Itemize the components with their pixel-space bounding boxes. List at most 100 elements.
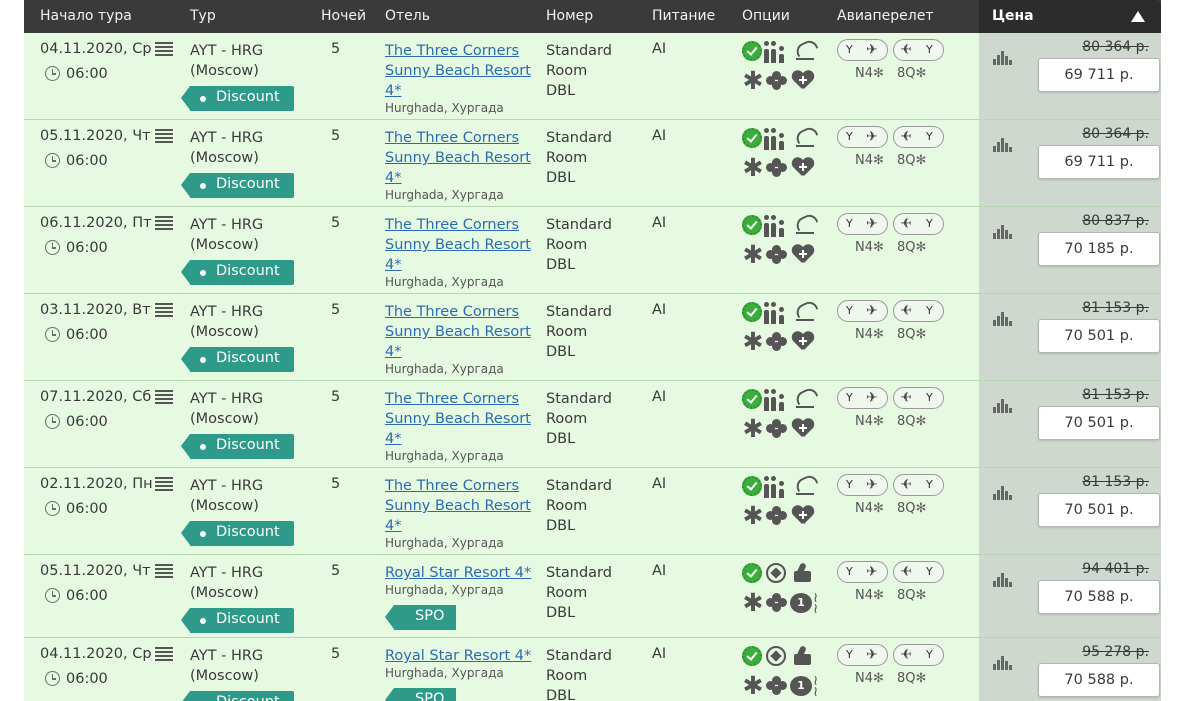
flight-info[interactable]: Y ✈ ✈ Y N4✻ 8Q✻ <box>837 644 947 690</box>
hotel-link[interactable]: Royal Star Resort 4* <box>385 646 545 666</box>
details-list-icon[interactable] <box>155 303 173 317</box>
outbound-flight[interactable]: Y ✈ <box>837 644 888 666</box>
meal-plan: AI <box>652 389 667 405</box>
outbound-flight[interactable]: Y ✈ <box>837 213 888 235</box>
col-hotel[interactable]: Отель <box>385 8 430 24</box>
outbound-flight[interactable]: Y ✈ <box>837 474 888 496</box>
flight-info[interactable]: Y ✈ ✈ Y N4✻ 8Q✻ <box>837 474 947 520</box>
beach-umbrella-icon <box>794 41 816 63</box>
price-history-icon[interactable] <box>993 225 1015 239</box>
details-list-icon[interactable] <box>155 564 173 578</box>
discount-tag[interactable]: Discount <box>181 521 294 546</box>
discount-tag[interactable]: Discount <box>181 434 294 459</box>
return-flight[interactable]: ✈ Y <box>893 126 944 148</box>
col-price[interactable]: Цена <box>979 0 1161 33</box>
return-flight[interactable]: ✈ Y <box>893 644 944 666</box>
heart-plus-icon <box>792 245 814 265</box>
flight-info[interactable]: Y ✈ ✈ Y N4✻ 8Q✻ <box>837 561 947 607</box>
return-flight[interactable]: ✈ Y <box>893 39 944 61</box>
return-flight[interactable]: ✈ Y <box>893 474 944 496</box>
flight-info[interactable]: Y ✈ ✈ Y N4✻ 8Q✻ <box>837 300 947 346</box>
sort-ascending-icon[interactable] <box>1131 11 1145 22</box>
plane-left-icon: ✈ <box>900 42 912 58</box>
flight-info[interactable]: Y ✈ ✈ Y N4✻ 8Q✻ <box>837 126 947 172</box>
return-flight[interactable]: ✈ Y <box>893 561 944 583</box>
beach-umbrella-icon <box>794 302 816 324</box>
price-history-icon[interactable] <box>993 399 1015 413</box>
price-history-icon[interactable] <box>993 51 1015 65</box>
price-button[interactable]: 70 588 р. <box>1038 663 1160 697</box>
table-row[interactable]: 02.11.2020, Пн 06:00 AYT - HRG (Moscow) D… <box>24 468 1161 555</box>
nights-count: 5 <box>331 646 341 662</box>
details-list-icon[interactable] <box>155 477 173 491</box>
hotel-link[interactable]: The Three Corners Sunny Beach Resort 4* <box>385 41 535 101</box>
price-button[interactable]: 70 588 р. <box>1038 580 1160 614</box>
details-list-icon[interactable] <box>155 647 173 661</box>
clock-icon <box>45 66 60 81</box>
discount-tag[interactable]: Discount <box>181 691 294 701</box>
waves-icon: ≀ ≀ <box>813 673 819 700</box>
col-options[interactable]: Опции <box>742 8 790 24</box>
spo-tag[interactable]: SPO <box>385 688 456 701</box>
options-icons: ✱ <box>742 215 822 267</box>
details-list-icon[interactable] <box>155 129 173 143</box>
price-button[interactable]: 70 185 р. <box>1038 232 1160 266</box>
discount-tag[interactable]: Discount <box>181 173 294 198</box>
hotel-link[interactable]: The Three Corners Sunny Beach Resort 4* <box>385 389 535 449</box>
hotel-link[interactable]: The Three Corners Sunny Beach Resort 4* <box>385 302 535 362</box>
beach-umbrella-icon <box>794 128 816 150</box>
details-list-icon[interactable] <box>155 42 173 56</box>
price-history-icon[interactable] <box>993 573 1015 587</box>
flight-info[interactable]: Y ✈ ✈ Y N4✻ 8Q✻ <box>837 387 947 433</box>
outbound-flight[interactable]: Y ✈ <box>837 561 888 583</box>
price-history-icon[interactable] <box>993 312 1015 326</box>
discount-tag[interactable]: Discount <box>181 347 294 372</box>
price-button[interactable]: 69 711 р. <box>1038 145 1160 179</box>
col-nights[interactable]: Ночей <box>321 8 366 24</box>
discount-tag[interactable]: Discount <box>181 260 294 285</box>
col-start[interactable]: Начало тура <box>40 8 132 24</box>
table-row[interactable]: 03.11.2020, Вт 06:00 AYT - HRG (Moscow) D… <box>24 294 1161 381</box>
details-list-icon[interactable] <box>155 216 173 230</box>
price-button[interactable]: 70 501 р. <box>1038 493 1160 527</box>
flight-info[interactable]: Y ✈ ✈ Y N4✻ 8Q✻ <box>837 39 947 85</box>
options-icons: ✱ <box>742 389 822 441</box>
table-row[interactable]: 07.11.2020, Сб 06:00 AYT - HRG (Moscow) D… <box>24 381 1161 468</box>
table-row[interactable]: 04.11.2020, Ср 06:00 AYT - HRG(Moscow) D… <box>24 638 1161 701</box>
flight-info[interactable]: Y ✈ ✈ Y N4✻ 8Q✻ <box>837 213 947 259</box>
discount-tag[interactable]: Discount <box>181 86 294 111</box>
col-flight[interactable]: Авиаперелет <box>837 8 934 24</box>
table-row[interactable]: 06.11.2020, Пт 06:00 AYT - HRG (Moscow) D… <box>24 207 1161 294</box>
col-room[interactable]: Номер <box>546 8 593 24</box>
hotel-link[interactable]: The Three Corners Sunny Beach Resort 4* <box>385 215 535 275</box>
flower-icon: ✱ <box>742 66 764 95</box>
options-icons: ✱ <box>742 476 822 528</box>
return-flight[interactable]: ✈ Y <box>893 213 944 235</box>
table-row[interactable]: 05.11.2020, Чт 06:00 AYT - HRG (Moscow) D… <box>24 555 1161 638</box>
hotel-link[interactable]: Royal Star Resort 4* <box>385 563 545 583</box>
return-flight[interactable]: ✈ Y <box>893 387 944 409</box>
price-history-icon[interactable] <box>993 486 1015 500</box>
table-row[interactable]: 05.11.2020, Чт 06:00 AYT - HRG (Moscow) D… <box>24 120 1161 207</box>
hotel-link[interactable]: The Three Corners Sunny Beach Resort 4* <box>385 128 535 188</box>
return-flight[interactable]: ✈ Y <box>893 300 944 322</box>
table-row[interactable]: 04.11.2020, Ср 06:00 AYT - HRG(Moscow) D… <box>24 33 1161 120</box>
outbound-flight[interactable]: Y ✈ <box>837 300 888 322</box>
beach-umbrella-icon <box>794 476 816 498</box>
price-button[interactable]: 69 711 р. <box>1038 58 1160 92</box>
outbound-flight[interactable]: Y ✈ <box>837 126 888 148</box>
outbound-flight[interactable]: Y ✈ <box>837 39 888 61</box>
hotel-link[interactable]: The Three Corners Sunny Beach Resort 4* <box>385 476 535 536</box>
airline-code-in: 8Q✻ <box>897 501 927 516</box>
col-meal[interactable]: Питание <box>652 8 715 24</box>
details-list-icon[interactable] <box>155 390 173 404</box>
price-history-icon[interactable] <box>993 138 1015 152</box>
spo-tag[interactable]: SPO <box>385 605 456 630</box>
outbound-flight[interactable]: Y ✈ <box>837 387 888 409</box>
price-button[interactable]: 70 501 р. <box>1038 406 1160 440</box>
thumbs-up-icon <box>792 646 812 666</box>
col-tour[interactable]: Тур <box>190 8 216 24</box>
price-button[interactable]: 70 501 р. <box>1038 319 1160 353</box>
discount-tag[interactable]: Discount <box>181 608 294 633</box>
price-history-icon[interactable] <box>993 656 1015 670</box>
